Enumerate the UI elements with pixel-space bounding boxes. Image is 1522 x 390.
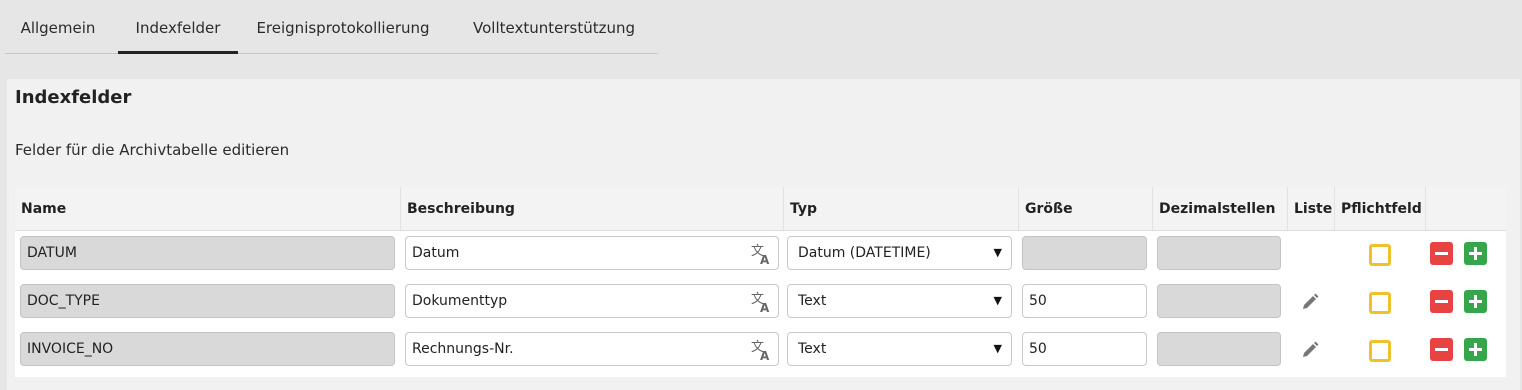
decimals-field <box>1157 332 1281 366</box>
index-fields-panel: Indexfelder Felder für die Archivtabelle… <box>7 79 1520 390</box>
type-value: Datum (DATETIME) <box>798 245 931 261</box>
type-select[interactable]: Text ▼ <box>787 332 1012 366</box>
header-type: Typ <box>783 187 1018 230</box>
translate-icon[interactable]: 文 A <box>750 291 772 313</box>
type-value: Text <box>798 293 827 309</box>
description-field[interactable]: Rechnungs-Nr. 文 A <box>405 332 779 366</box>
required-checkbox[interactable] <box>1369 292 1391 314</box>
remove-row-button[interactable] <box>1430 338 1453 361</box>
description-field[interactable]: Datum 文 A <box>405 236 779 270</box>
type-select[interactable]: Text ▼ <box>787 284 1012 318</box>
name-field: DOC_TYPE <box>20 284 395 318</box>
description-value: Datum <box>412 245 460 261</box>
caret-down-icon: ▼ <box>993 294 1002 307</box>
tab-allgemein[interactable]: Allgemein <box>5 0 111 53</box>
table-row: INVOICE_NO Rechnungs-Nr. 文 A Text ▼ 50 <box>15 326 1506 374</box>
header-decimals: Dezimalstellen <box>1152 187 1287 230</box>
minus-icon <box>1435 252 1448 255</box>
type-value: Text <box>798 341 827 357</box>
header-size: Größe <box>1018 187 1152 230</box>
plus-icon <box>1469 247 1482 260</box>
header-list: Liste <box>1287 187 1334 230</box>
tab-ereignisprotokollierung[interactable]: Ereignisprotokollierung <box>243 0 443 53</box>
pencil-icon[interactable] <box>1300 340 1320 360</box>
size-field[interactable]: 50 <box>1022 284 1147 318</box>
header-actions <box>1425 187 1506 230</box>
header-description: Beschreibung <box>400 187 783 230</box>
description-value: Rechnungs-Nr. <box>412 341 514 357</box>
panel-subtitle: Felder für die Archivtabelle editieren <box>15 141 290 159</box>
plus-icon <box>1469 343 1482 356</box>
table-row: DOC_TYPE Dokumenttyp 文 A Text ▼ 50 <box>15 278 1506 326</box>
type-select[interactable]: Datum (DATETIME) ▼ <box>787 236 1012 270</box>
pencil-icon[interactable] <box>1300 292 1320 312</box>
size-field <box>1022 236 1147 270</box>
name-field: DATUM <box>20 236 395 270</box>
add-row-button[interactable] <box>1464 242 1487 265</box>
minus-icon <box>1435 300 1448 303</box>
svg-text:A: A <box>760 349 770 361</box>
header-required: Pflichtfeld <box>1334 187 1425 230</box>
minus-icon <box>1435 348 1448 351</box>
header-name: Name <box>21 201 67 217</box>
table-header: Name Beschreibung Typ Größe Dezimalstell… <box>15 187 1506 231</box>
translate-icon[interactable]: 文 A <box>750 339 772 361</box>
table-row: DATUM Datum 文 A Datum (DATETIME) ▼ <box>15 230 1506 278</box>
name-field: INVOICE_NO <box>20 332 395 366</box>
size-field[interactable]: 50 <box>1022 332 1147 366</box>
caret-down-icon: ▼ <box>993 246 1002 259</box>
plus-icon <box>1469 295 1482 308</box>
tab-volltextunterstuetzung[interactable]: Volltextunterstützung <box>457 0 651 53</box>
required-checkbox[interactable] <box>1369 340 1391 362</box>
caret-down-icon: ▼ <box>993 342 1002 355</box>
add-row-button[interactable] <box>1464 290 1487 313</box>
remove-row-button[interactable] <box>1430 242 1453 265</box>
decimals-field <box>1157 284 1281 318</box>
tab-indexfelder[interactable]: Indexfelder <box>118 0 238 54</box>
description-value: Dokumenttyp <box>412 293 508 309</box>
index-fields-table: Name Beschreibung Typ Größe Dezimalstell… <box>15 187 1506 377</box>
add-row-button[interactable] <box>1464 338 1487 361</box>
required-checkbox[interactable] <box>1369 244 1391 266</box>
tab-bar: Allgemein Indexfelder Ereignisprotokolli… <box>5 0 658 54</box>
translate-icon[interactable]: 文 A <box>750 243 772 265</box>
panel-title: Indexfelder <box>15 87 132 108</box>
remove-row-button[interactable] <box>1430 290 1453 313</box>
svg-text:A: A <box>760 253 770 265</box>
decimals-field <box>1157 236 1281 270</box>
svg-text:A: A <box>760 301 770 313</box>
description-field[interactable]: Dokumenttyp 文 A <box>405 284 779 318</box>
